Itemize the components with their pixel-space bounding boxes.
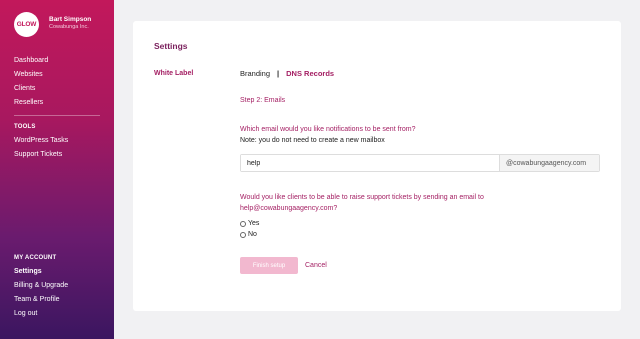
- finish-setup-button[interactable]: Finish setup: [240, 257, 298, 274]
- sidebar-divider: [14, 115, 100, 116]
- radio-yes-label: Yes: [248, 220, 260, 227]
- radio-option-no[interactable]: No: [240, 231, 257, 238]
- sidebar-item-dashboard[interactable]: Dashboard: [14, 54, 48, 68]
- brand-logo[interactable]: GLOW: [14, 12, 39, 37]
- sender-email-question: Which email would you like notifications…: [240, 126, 416, 133]
- user-company: Cowabunga Inc.: [49, 24, 89, 30]
- tab-dns-records[interactable]: DNS Records: [286, 69, 334, 78]
- support-email-question: Would you like clients to be able to rai…: [240, 194, 484, 212]
- step-heading: Step 2: Emails: [240, 97, 286, 104]
- tools-nav: TOOLS WordPress Tasks Support Tickets: [14, 120, 68, 162]
- radio-no-button[interactable]: [240, 231, 246, 238]
- account-nav: MY ACCOUNT Settings Billing & Upgrade Te…: [14, 251, 68, 321]
- sidebar-item-support-tickets[interactable]: Support Tickets: [14, 148, 68, 162]
- sidebar-item-team-profile[interactable]: Team & Profile: [14, 293, 68, 307]
- mailbox-note: Note: you do not need to create a new ma…: [240, 137, 385, 144]
- sidebar-item-settings[interactable]: Settings: [14, 265, 68, 279]
- account-heading: MY ACCOUNT: [14, 255, 57, 261]
- sidebar-item-billing[interactable]: Billing & Upgrade: [14, 279, 68, 293]
- settings-tabs: Branding | DNS Records: [240, 69, 334, 78]
- user-name: Bart Simpson: [49, 16, 92, 23]
- cancel-link[interactable]: Cancel: [305, 262, 327, 269]
- page-title: Settings: [154, 41, 188, 51]
- email-domain-suffix: @cowabungaagency.com: [499, 155, 599, 171]
- sidebar-item-resellers[interactable]: Resellers: [14, 96, 48, 110]
- settings-panel: Settings White Label Branding | DNS Reco…: [133, 21, 621, 311]
- section-label-white-label: White Label: [154, 70, 194, 77]
- sidebar: GLOW Bart Simpson Cowabunga Inc. Dashboa…: [0, 0, 114, 339]
- tools-heading: TOOLS: [14, 124, 36, 130]
- sidebar-item-clients[interactable]: Clients: [14, 82, 48, 96]
- main-nav: Dashboard Websites Clients Resellers: [14, 54, 48, 110]
- sender-email-field: @cowabungaagency.com: [240, 154, 600, 172]
- sidebar-item-websites[interactable]: Websites: [14, 68, 48, 82]
- radio-yes-button[interactable]: [240, 220, 246, 227]
- sender-email-input[interactable]: [241, 155, 499, 171]
- tab-separator: |: [277, 69, 280, 78]
- radio-no-label: No: [248, 231, 257, 238]
- tab-branding[interactable]: Branding: [240, 69, 270, 78]
- sidebar-item-logout[interactable]: Log out: [14, 307, 68, 321]
- sidebar-item-wordpress-tasks[interactable]: WordPress Tasks: [14, 134, 68, 148]
- radio-option-yes[interactable]: Yes: [240, 220, 259, 227]
